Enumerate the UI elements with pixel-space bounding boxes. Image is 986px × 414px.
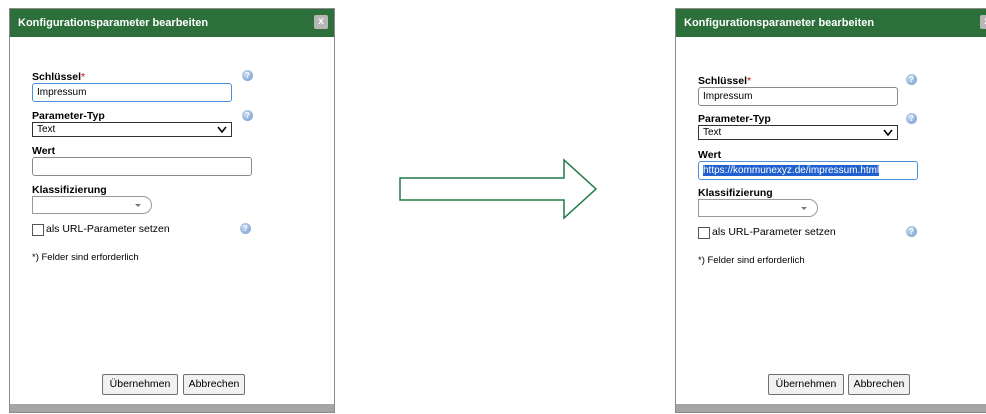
classification-combobox[interactable] [32,196,152,214]
dialog-footer [10,404,334,412]
cancel-button[interactable]: Abbrechen [848,374,910,395]
close-icon[interactable]: x [314,15,328,29]
value-label: Wert [698,149,722,161]
value-input[interactable] [32,157,252,176]
classification-label: Klassifizierung [698,187,773,199]
url-param-checkbox[interactable] [698,227,710,239]
url-param-label: als URL-Parameter setzen [712,226,836,238]
url-param-label: als URL-Parameter setzen [46,223,170,235]
type-label: Parameter-Typ [698,113,771,125]
key-label: Schlüssel* [32,71,86,83]
chevron-down-icon [217,126,227,134]
url-param-checkbox[interactable] [32,224,44,236]
apply-button[interactable]: Übernehmen [768,374,844,395]
help-icon[interactable]: ? [906,74,917,85]
chevron-down-icon [801,207,807,210]
type-label: Parameter-Typ [32,110,105,122]
help-icon[interactable]: ? [906,226,917,237]
selected-value-text: https://kommunexyz.de/impressum.html [703,165,880,176]
dialog-after: Konfigurationsparameter bearbeiten x Sch… [675,8,986,413]
type-select-value: Text [37,124,56,135]
dialog-title: Konfigurationsparameter bearbeiten [676,9,986,37]
required-note: *) Felder sind erforderlich [698,255,805,266]
help-icon[interactable]: ? [242,110,253,121]
cancel-button[interactable]: Abbrechen [183,374,245,395]
key-input[interactable]: Impressum [698,87,898,106]
classification-combobox[interactable] [698,199,818,217]
dialog-before: Konfigurationsparameter bearbeiten x Sch… [9,8,335,413]
type-select[interactable]: Text [698,125,898,140]
key-input[interactable]: Impressum [32,83,232,102]
dialog-title: Konfigurationsparameter bearbeiten [10,9,334,37]
key-label: Schlüssel* [698,75,752,87]
help-icon[interactable]: ? [240,223,251,234]
value-input[interactable]: https://kommunexyz.de/impressum.html [698,161,918,180]
type-select[interactable]: Text [32,122,232,137]
chevron-down-icon [135,204,141,207]
help-icon[interactable]: ? [906,113,917,124]
type-select-value: Text [703,127,722,138]
classification-label: Klassifizierung [32,184,107,196]
required-note: *) Felder sind erforderlich [32,252,139,263]
apply-button[interactable]: Übernehmen [102,374,178,395]
right-arrow-icon [399,158,598,220]
help-icon[interactable]: ? [242,70,253,81]
value-label: Wert [32,145,56,157]
chevron-down-icon [883,129,893,137]
close-icon[interactable]: x [980,15,986,29]
dialog-footer [676,404,986,412]
